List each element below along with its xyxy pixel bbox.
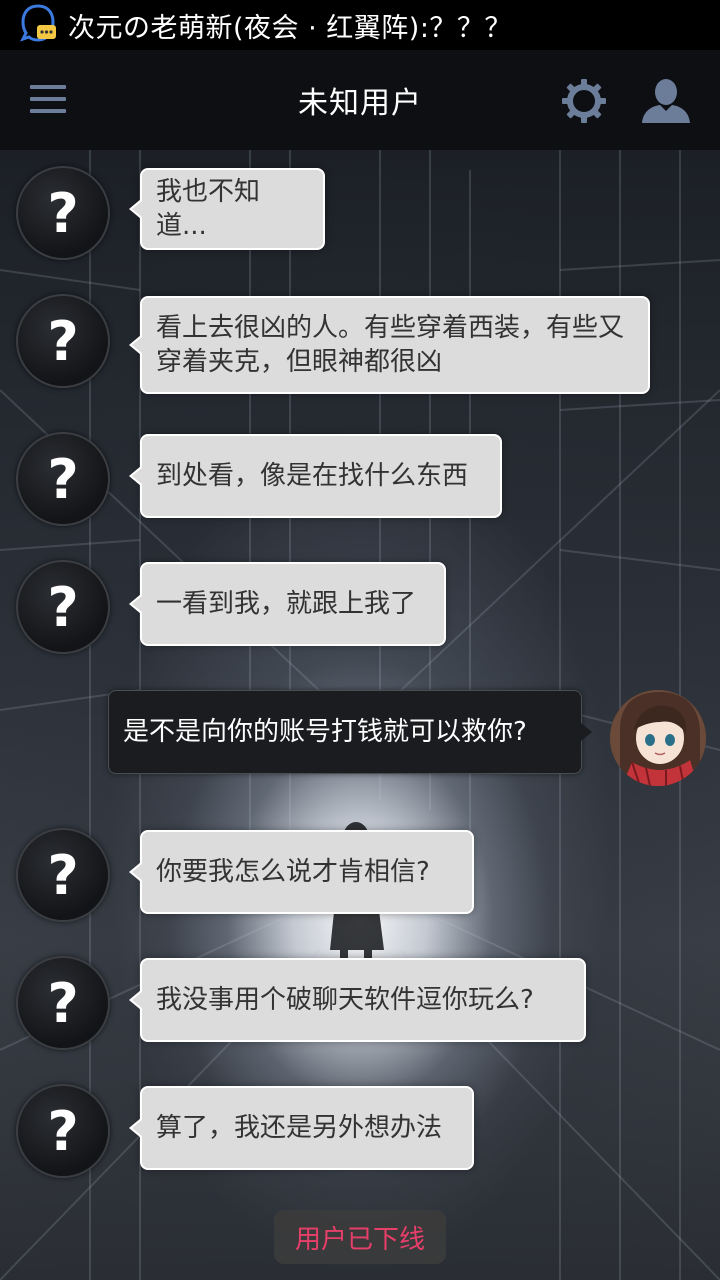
user-icon[interactable] [640, 77, 692, 125]
unknown-user-avatar[interactable]: ? [16, 828, 110, 922]
incoming-message-bubble[interactable]: 我也不知道... [129, 168, 325, 250]
chat-title: 未知用户 [298, 86, 422, 121]
unknown-user-avatar[interactable]: ? [16, 432, 110, 526]
incoming-message-bubble[interactable]: 看上去很凶的人。有些穿着西装，有些又穿着夹克，但眼神都很凶 [129, 296, 650, 394]
chat-header: 未知用户 [0, 50, 720, 150]
hamburger-menu-icon[interactable] [30, 85, 66, 115]
user-offline-notice: 用户已下线 [274, 1210, 446, 1264]
unknown-user-avatar[interactable]: ? [16, 1084, 110, 1178]
unknown-user-avatar[interactable]: ? [16, 294, 110, 388]
my-avatar[interactable] [610, 690, 706, 786]
chat-message-list[interactable]: ? 我也不知道... ? 看上去很凶的人。有些穿着西装，有些又穿着夹克，但眼神都… [0, 150, 720, 1280]
incoming-message-bubble[interactable]: 算了，我还是另外想办法 [129, 1086, 474, 1170]
notification-text: 次元の老萌新(夜会 · 红翼阵):？？？ [68, 12, 512, 44]
qq-chat-icon [18, 3, 58, 47]
incoming-message-bubble[interactable]: 到处看，像是在找什么东西 [129, 434, 502, 518]
incoming-message-bubble[interactable]: 一看到我，就跟上我了 [129, 562, 446, 646]
gear-icon[interactable] [560, 77, 608, 125]
notification-bar[interactable]: 次元の老萌新(夜会 · 红翼阵):？？？ [0, 0, 720, 50]
unknown-user-avatar[interactable]: ? [16, 956, 110, 1050]
unknown-user-avatar[interactable]: ? [16, 560, 110, 654]
incoming-message-bubble[interactable]: 我没事用个破聊天软件逗你玩么? [129, 958, 586, 1042]
incoming-message-bubble[interactable]: 你要我怎么说才肯相信? [129, 830, 474, 914]
unknown-user-avatar[interactable]: ? [16, 166, 110, 260]
outgoing-message-bubble[interactable]: 是不是向你的账号打钱就可以救你? [108, 690, 592, 774]
